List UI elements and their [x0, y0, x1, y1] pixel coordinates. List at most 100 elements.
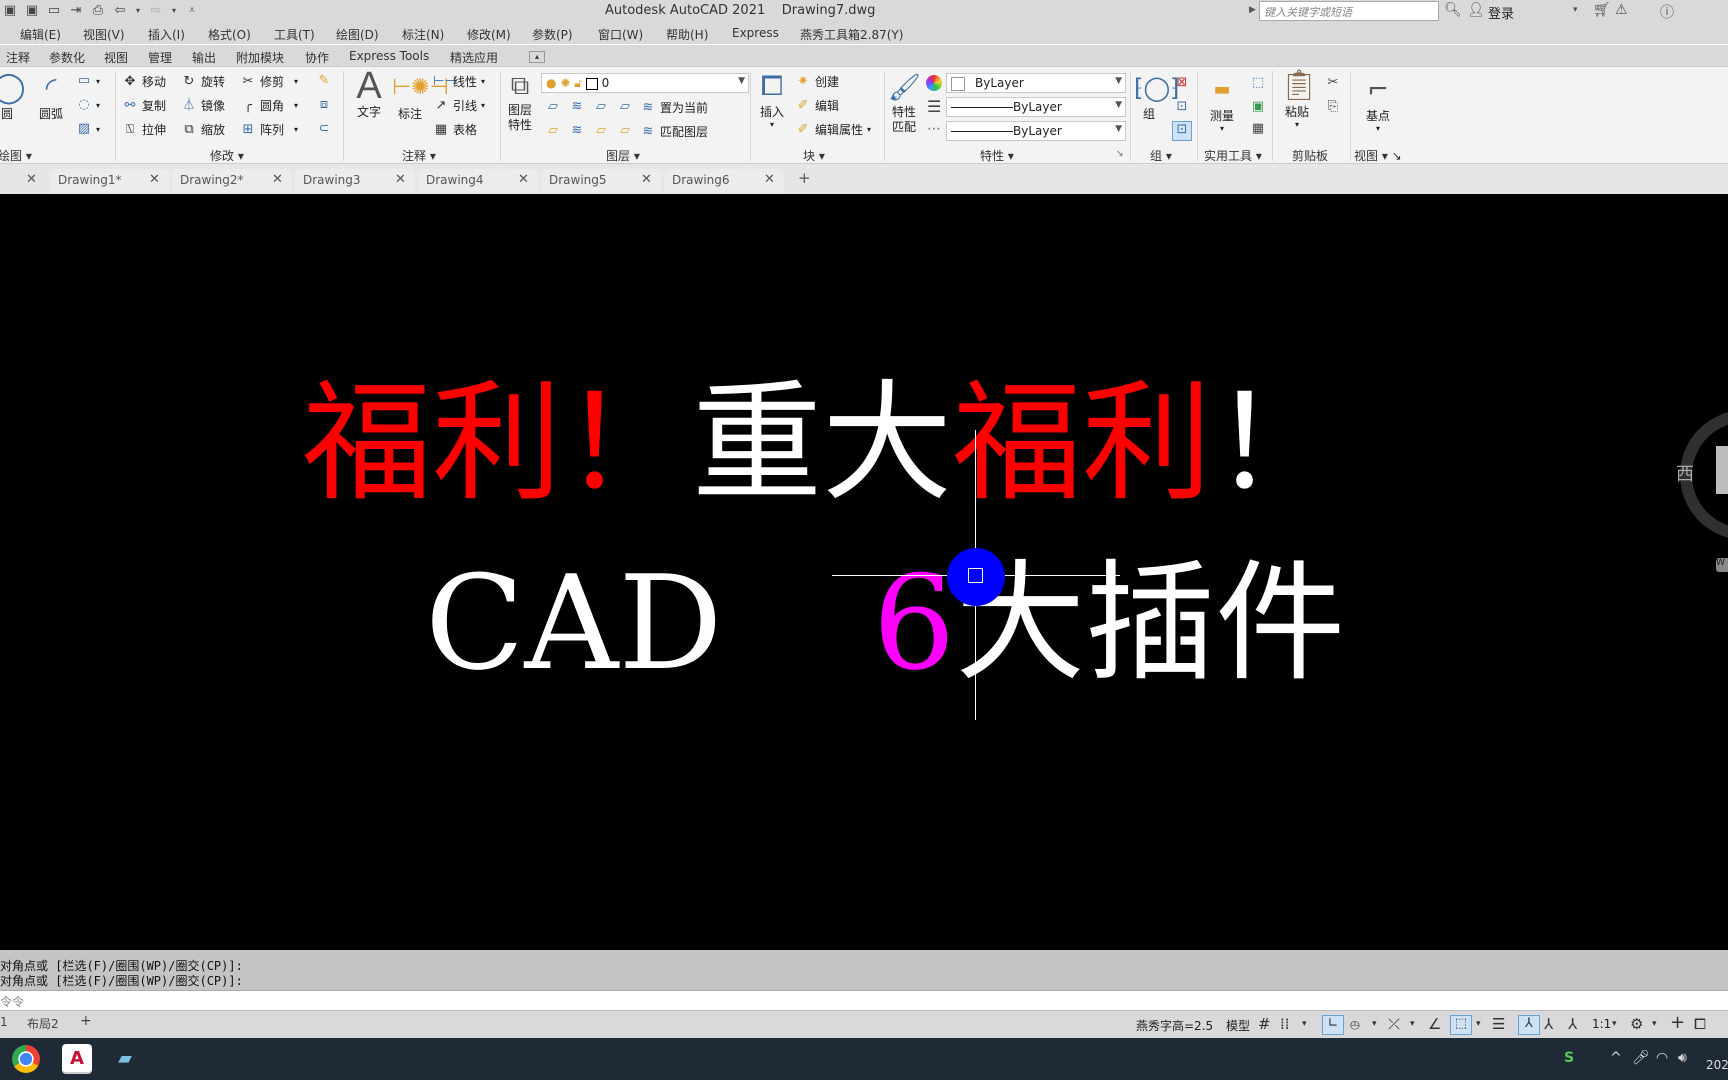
- measure-button[interactable]: ▬ 测量 ▾: [1203, 73, 1241, 133]
- panel-label-annotation[interactable]: 注释 ▾: [402, 147, 436, 164]
- command-input[interactable]: 令令: [0, 990, 1728, 1010]
- menu-parametric[interactable]: 参数(P): [532, 26, 573, 43]
- object-snap-icon[interactable]: ⬚: [1450, 1015, 1472, 1035]
- text-exclaim-white[interactable]: ！: [1212, 367, 1342, 519]
- color-dropdown[interactable]: ByLayer ▼: [946, 73, 1126, 93]
- tab-parametric[interactable]: 参数化: [49, 49, 85, 66]
- lineweight-display-icon[interactable]: ☰: [1492, 1015, 1505, 1033]
- cut-icon[interactable]: ✂: [1325, 75, 1341, 91]
- match-layer-button[interactable]: ≋ 匹配图层: [640, 123, 708, 140]
- text-welfare-red[interactable]: 福利！: [302, 367, 692, 519]
- snap-dropdown-icon[interactable]: ▾: [1302, 1019, 1307, 1029]
- isolate-objects-icon[interactable]: ⧠: [1694, 1015, 1706, 1033]
- linetype-icon[interactable]: ⋯: [927, 121, 941, 137]
- polar-dropdown-icon[interactable]: ▾: [1372, 1019, 1377, 1029]
- close-tab-icon[interactable]: ✕: [764, 172, 775, 187]
- group-edit-icon[interactable]: ⊡: [1174, 99, 1190, 115]
- menu-tools[interactable]: 工具(T): [274, 26, 315, 43]
- panel-label-modify[interactable]: 修改 ▾: [210, 147, 244, 164]
- insert-block-button[interactable]: ⧠ 插入 ▾: [754, 69, 790, 129]
- tab-express-tools[interactable]: Express Tools: [349, 49, 429, 63]
- panel-label-view[interactable]: 视图 ▾ ↘: [1354, 147, 1402, 164]
- login-button[interactable]: 登录: [1488, 3, 1514, 22]
- panel-label-draw[interactable]: 绘图 ▾: [0, 147, 32, 164]
- clock[interactable]: 202: [1706, 1058, 1728, 1072]
- text-six-magenta[interactable]: 6: [873, 547, 956, 699]
- tab-output[interactable]: 输出: [192, 49, 216, 66]
- layer-previous-icon[interactable]: ≋: [569, 99, 585, 115]
- close-tab-icon[interactable]: ✕: [149, 172, 160, 187]
- circle-button[interactable]: ◯ 圆: [0, 71, 26, 122]
- menu-format[interactable]: 格式(O): [208, 26, 251, 43]
- chrome-taskbar-icon[interactable]: [12, 1045, 40, 1073]
- close-tab-icon[interactable]: ✕: [395, 172, 406, 187]
- paste-button[interactable]: 📋︎ 粘贴 ▾: [1280, 69, 1318, 130]
- ribbon-minimize-icon[interactable]: ▴: [529, 51, 545, 63]
- close-tab-icon[interactable]: ✕: [518, 172, 529, 187]
- ungroup-icon[interactable]: ⊠: [1174, 75, 1190, 91]
- add-layout-icon[interactable]: +: [80, 1013, 92, 1029]
- select-all-icon[interactable]: ▣: [1250, 99, 1266, 115]
- microphone-icon[interactable]: 🎤︎: [1632, 1050, 1650, 1066]
- menu-draw[interactable]: 绘图(D): [336, 26, 379, 43]
- workspace-gear-icon[interactable]: ⚙: [1630, 1015, 1643, 1033]
- text-welfare2-red[interactable]: 福利: [952, 367, 1212, 519]
- close-tab-icon[interactable]: ✕: [641, 172, 652, 187]
- canvas-text-line2[interactable]: CAD 6大插件: [425, 558, 1345, 688]
- sogou-ime-icon[interactable]: S: [1564, 1050, 1574, 1066]
- text-cad[interactable]: CAD: [425, 547, 723, 699]
- set-current-button[interactable]: ≋ 置为当前: [640, 99, 708, 116]
- save-as-icon[interactable]: ▣: [24, 3, 40, 19]
- wifi-icon[interactable]: ◠: [1656, 1050, 1668, 1066]
- dimension-button[interactable]: ⊢✺⊣ 标注: [392, 71, 449, 122]
- create-block-button[interactable]: ✷ 创建: [795, 73, 839, 90]
- tab-layout1[interactable]: 1: [0, 1015, 8, 1029]
- table-button[interactable]: ▦ 表格: [433, 121, 477, 138]
- copy-clip-icon[interactable]: ⎘: [1325, 99, 1341, 115]
- lineweight-icon[interactable]: ☰: [927, 97, 941, 116]
- text-button[interactable]: A 文字: [352, 67, 386, 120]
- save-icon[interactable]: ▣: [2, 3, 18, 19]
- redo-dropdown-icon[interactable]: ▾: [170, 3, 178, 19]
- layer-off-icon[interactable]: ⏥: [545, 99, 561, 115]
- group-button[interactable]: ⁅◯⁆ 组: [1134, 71, 1180, 122]
- quick-select-icon[interactable]: ⬚: [1250, 75, 1266, 91]
- panel-label-groups[interactable]: 组 ▾: [1150, 147, 1172, 164]
- hatch-button[interactable]: ▨ ▾: [76, 121, 100, 137]
- match-properties-button[interactable]: 🖌︎ 特性匹配: [888, 71, 921, 135]
- erase-button[interactable]: ✎: [316, 73, 332, 89]
- wcs-menu-badge[interactable]: W: [1716, 558, 1728, 572]
- autocad-taskbar-icon[interactable]: A: [62, 1044, 92, 1074]
- close-tab-icon[interactable]: ✕: [272, 172, 283, 187]
- login-dropdown-icon[interactable]: ▾: [1573, 5, 1578, 15]
- offset-button[interactable]: ⊂: [316, 121, 332, 137]
- search-icon[interactable]: 🔍︎: [1444, 2, 1462, 18]
- rectangle-button[interactable]: ▭ ▾: [76, 73, 100, 89]
- leader-button[interactable]: ↗ 引线 ▾: [433, 97, 485, 114]
- help-icon[interactable]: ⓘ: [1660, 2, 1674, 22]
- annotation-scale-icon[interactable]: ⅄: [1568, 1015, 1577, 1033]
- scale-dropdown-icon[interactable]: ▾: [1612, 1019, 1617, 1029]
- grid-icon[interactable]: #: [1258, 1015, 1271, 1033]
- viewcube-west-label[interactable]: 西: [1676, 460, 1694, 486]
- search-input[interactable]: 键入关键字或短语: [1259, 1, 1439, 21]
- notepad-taskbar-icon[interactable]: ▰: [110, 1044, 140, 1074]
- annotation-visibility-icon[interactable]: ⅄: [1518, 1015, 1540, 1035]
- menu-dimension[interactable]: 标注(N): [402, 26, 444, 43]
- scale-button[interactable]: ⧉ 缩放: [181, 121, 225, 138]
- arc-button[interactable]: ◜ 圆弧: [34, 71, 68, 122]
- print-icon[interactable]: ⎙: [90, 3, 106, 19]
- layer-isolate-icon[interactable]: ≋: [569, 123, 585, 139]
- linear-dim-button[interactable]: ⊢⊣ 线性 ▾: [433, 73, 485, 90]
- new-tab-icon[interactable]: +: [798, 169, 811, 187]
- rotate-button[interactable]: ↻ 旋转: [181, 73, 225, 90]
- text-major-white[interactable]: 重大: [692, 367, 952, 519]
- properties-dialog-launcher-icon[interactable]: ↘: [1116, 149, 1124, 159]
- redo-icon[interactable]: ⇨: [148, 3, 164, 19]
- base-point-button[interactable]: ⌐ 基点 ▾: [1358, 73, 1398, 133]
- workspace-dropdown-icon[interactable]: ▾: [1652, 1019, 1657, 1029]
- annotation-monitor-icon[interactable]: +: [1670, 1012, 1685, 1033]
- isodraft-icon[interactable]: ⤫: [1388, 1015, 1400, 1033]
- menu-edit[interactable]: 编辑(E): [20, 26, 61, 43]
- cart-icon[interactable]: 🛒︎: [1593, 2, 1611, 18]
